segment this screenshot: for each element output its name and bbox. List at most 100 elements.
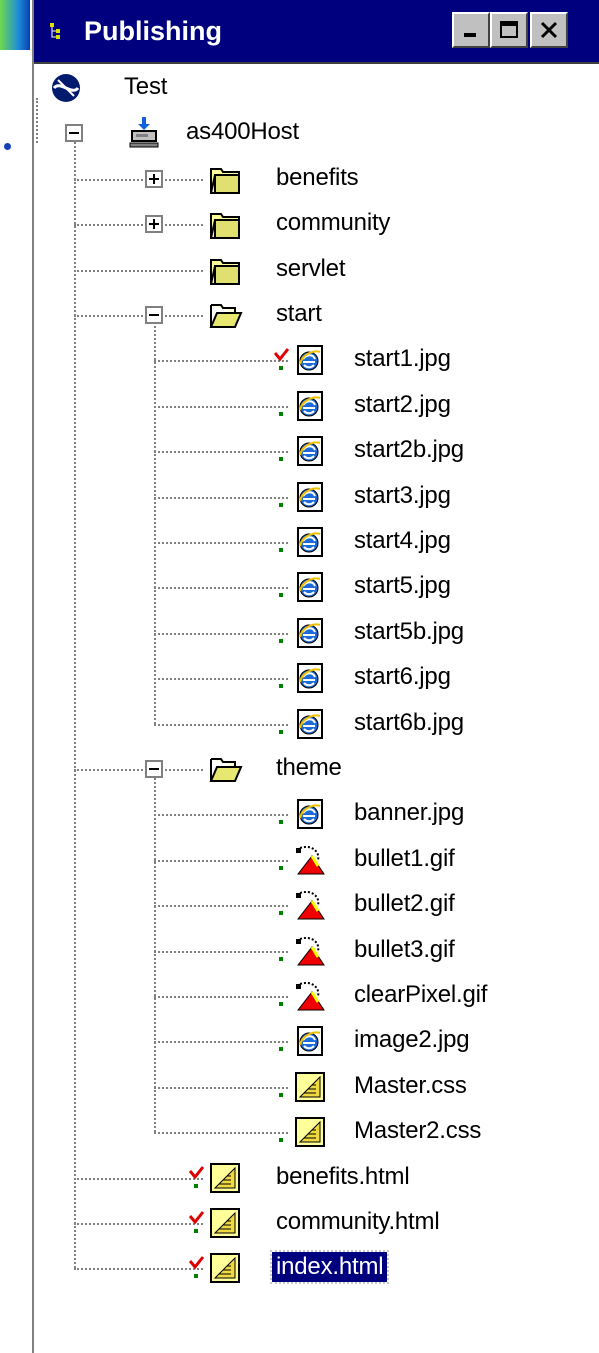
tree-connector-line (74, 769, 203, 771)
collapse-toggle-icon[interactable] (145, 306, 163, 324)
tree-item-start6-jpg[interactable]: start6.jpg (34, 658, 599, 698)
published-status-icon (279, 1092, 283, 1097)
tree-item-clearpixel-gif[interactable]: clearPixel.gif (34, 976, 599, 1016)
maximize-icon (500, 21, 518, 38)
tree-item-label: bullet1.gif (354, 844, 455, 872)
gif-file-icon (296, 845, 325, 875)
jpg-file-icon (297, 708, 323, 739)
tree-connector-line (74, 1177, 203, 1180)
tree-item-label: Test (124, 73, 168, 100)
window-title: Publishing (84, 16, 222, 46)
globe-icon (52, 74, 80, 102)
tree-item-start2-jpg[interactable]: start2.jpg (34, 386, 599, 426)
changed-status-icon (189, 1165, 205, 1188)
tree-item-start5-jpg[interactable]: start5.jpg (34, 567, 599, 607)
tree-item-benefits-html[interactable]: benefits.html (34, 1158, 599, 1198)
tree-item-label: start5b.jpg (354, 617, 464, 645)
tree-item-as400host[interactable]: as400Host (34, 113, 599, 153)
tree-item-label: banner.jpg (354, 799, 465, 827)
tree-connector-line (154, 1132, 288, 1135)
tree-item-label: start (276, 300, 322, 327)
folder-closed-icon (210, 213, 240, 240)
tree-item-community-html[interactable]: community.html (34, 1203, 599, 1243)
published-status-icon (279, 729, 283, 734)
tree-item-label: community.html (276, 1208, 440, 1235)
tree-item-start[interactable]: start (34, 295, 599, 335)
folder-open-icon (209, 758, 243, 782)
css-file-icon (295, 1071, 325, 1102)
tree-item-label: clearPixel.gif (354, 981, 488, 1008)
close-button[interactable] (530, 12, 568, 48)
tree-item-start3-jpg[interactable]: start3.jpg (34, 477, 599, 517)
tree-connector-line (154, 451, 288, 454)
tree-item-label: theme (276, 754, 342, 781)
tree-item-bullet2-gif[interactable]: bullet2.gif (34, 885, 599, 925)
tree-item-master2-css[interactable]: Master2.css (34, 1112, 599, 1152)
tree-item-label: Master.css (354, 1071, 467, 1099)
tree-item-bullet1-gif[interactable]: bullet1.gif (34, 840, 599, 880)
tree-connector-line (74, 224, 203, 227)
tree-connector-line (154, 542, 288, 544)
tree-connector-line (74, 1268, 203, 1271)
tree-item-label: community (276, 209, 391, 237)
jpg-file-icon (297, 345, 323, 376)
published-status-icon (279, 457, 283, 462)
tree-item-bullet3-gif[interactable]: bullet3.gif (34, 931, 599, 971)
tree-item-servlet[interactable]: servlet (34, 250, 599, 290)
jpg-file-icon (297, 527, 323, 557)
minimize-button[interactable] (452, 12, 490, 48)
collapse-toggle-icon[interactable] (65, 124, 83, 143)
published-status-icon (279, 1047, 283, 1052)
tree-item-label: bullet3.gif (354, 935, 455, 963)
tree-item-theme[interactable]: theme (34, 749, 599, 789)
minimize-icon (464, 33, 476, 37)
tree-item-image2-jpg[interactable]: image2.jpg (34, 1021, 599, 1061)
background-bullet (4, 143, 11, 150)
publishing-window: Publishing Test as400Host benefits communit… (32, 0, 599, 1353)
expand-toggle-icon[interactable] (145, 215, 163, 234)
tree-item-label: start1.jpg (354, 345, 451, 373)
background-app-titlebar-fragment (0, 0, 30, 50)
tree-connector-line (154, 632, 288, 635)
tree-item-master-css[interactable]: Master.css (34, 1067, 599, 1107)
tree-item-label: start4.jpg (354, 527, 451, 554)
tree-item-label: start2.jpg (354, 390, 451, 418)
tree-item-start2b-jpg[interactable]: start2b.jpg (34, 431, 599, 471)
tree-item-index-html[interactable]: index.html (34, 1248, 599, 1288)
tree-item-benefits[interactable]: benefits (34, 159, 599, 199)
jpg-file-icon (297, 663, 323, 694)
expand-toggle-icon[interactable] (145, 169, 163, 188)
gif-file-icon (296, 936, 325, 966)
tree-item-community[interactable]: community (34, 204, 599, 244)
html-file-icon (210, 1162, 240, 1193)
tree-item-label: start2b.jpg (354, 436, 464, 464)
gif-file-icon (296, 982, 325, 1011)
tree-item-start4-jpg[interactable]: start4.jpg (34, 522, 599, 562)
published-status-icon (279, 684, 283, 689)
jpg-file-icon (297, 436, 323, 467)
collapse-toggle-icon[interactable] (145, 760, 163, 778)
tree-connector-line (154, 1086, 288, 1089)
tree-item-start6b-jpg[interactable]: start6b.jpg (34, 704, 599, 744)
tree-item-start1-jpg[interactable]: start1.jpg (34, 340, 599, 380)
tree-item-label: start5.jpg (354, 572, 451, 600)
tree-item-label: image2.jpg (354, 1026, 470, 1054)
tree-connector-line (74, 178, 203, 181)
tree-connector-line (74, 1223, 203, 1225)
changed-status-icon (189, 1211, 205, 1233)
published-status-icon (279, 865, 283, 870)
tree-connector-line (154, 360, 288, 363)
folder-open-icon (209, 304, 243, 328)
publishing-tree[interactable]: Test as400Host benefits community servlet sta… (34, 62, 599, 1353)
title-bar[interactable]: Publishing (34, 0, 599, 62)
host-computer-icon (129, 117, 159, 148)
published-status-icon (279, 548, 283, 552)
tree-connector-line (154, 905, 288, 908)
tree-item-banner-jpg[interactable]: banner.jpg (34, 794, 599, 834)
tree-connector-line (154, 814, 288, 817)
tree-item-start5b-jpg[interactable]: start5b.jpg (34, 613, 599, 653)
tree-item-test[interactable]: Test (34, 68, 599, 108)
maximize-button[interactable] (490, 12, 528, 48)
tree-item-label: Master2.css (354, 1117, 482, 1145)
tree-connector-line (154, 859, 288, 862)
